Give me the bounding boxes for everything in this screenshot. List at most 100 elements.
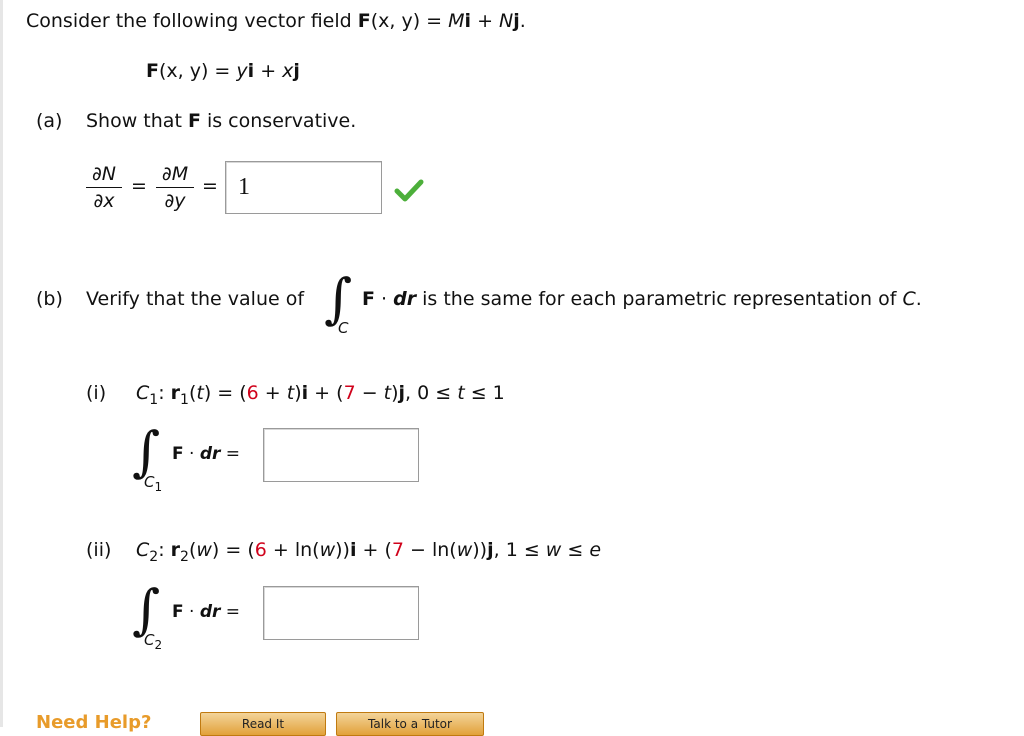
need-help-label: Need Help? [36,712,152,733]
part-ii-range: , 1 ≤ [493,539,546,561]
part-i-label: (i) [86,382,107,404]
part-ii-eq: = [220,602,241,622]
part-a-text-after: is conservative. [200,110,357,132]
part-i-seven: 7 [343,382,356,404]
part-ii-six: 6 [254,539,267,561]
part-ii-w2: w [319,539,336,561]
part-b-dot: · [374,288,394,310]
part-i-curve: C1: r1(t) = (6 + t)i + (7 − t)j, 0 ≤ t ≤… [136,382,505,408]
part-i-t3: t [383,382,392,404]
part-ii-close-i: )) [335,539,350,561]
field-definition: F(x, y) = yi + xj [146,60,300,82]
part-ii-answer-input[interactable] [264,587,418,639]
part-b-C: C [902,288,916,310]
part-ii-e: e [589,539,602,561]
part-b-label: (b) [36,288,63,310]
part-i-plus: + ( [308,382,344,404]
left-border [0,0,3,727]
part-b-text-after-integral: F · dr is the same for each parametric r… [362,288,922,310]
part-i-integrand: F · dr = [172,444,240,464]
part-i-C-sub: 1 [149,391,159,408]
read-it-button[interactable]: Read It [200,712,326,736]
integral-i-C: C [144,473,155,491]
intro-F: F [357,10,371,32]
part-ii-w3: w [456,539,473,561]
equals-2: = [202,175,218,197]
part-ii-range-mid: ≤ [561,539,590,561]
part-i-dr: dr [199,444,221,464]
field-x: x [282,60,294,82]
part-i-eq: = [220,444,241,464]
part-i-six: 6 [246,382,259,404]
field-y: y [236,60,248,82]
integral-sign-b: ∫ [324,267,353,330]
part-i-t4: t [457,382,465,404]
part-i-r: r [170,382,181,404]
part-ii-w4: w [545,539,562,561]
part-a-answer-box[interactable] [225,161,382,214]
part-b-F: F [362,288,375,310]
part-i-plus-t: + [258,382,287,404]
integral-b-sub: C [338,319,349,337]
part-ii-F: F [172,602,184,622]
integral-ii-sub: C2 [144,631,162,652]
partial-x: ∂x [93,190,115,212]
intro-N: N [499,10,514,32]
part-ii-dr: dr [199,602,221,622]
intro-args: (x, y) = [370,10,449,32]
integral-i-sub: C1 [144,473,162,494]
part-ii-C: C [136,539,150,561]
part-ii-minus-ln: − ln( [403,539,457,561]
part-b-text-before: Verify that the value of [86,288,305,310]
part-i-close-i: ) [294,382,302,404]
part-i-answer-box[interactable] [263,428,419,482]
part-ii-label: (ii) [86,539,112,561]
partial-n-over-x: ∂N ∂x [86,163,122,212]
field-F: F [146,60,159,82]
intro-M: M [448,10,465,32]
integral-ii-C: C [144,631,155,649]
intro-plus: + [471,10,500,32]
intro-line: Consider the following vector field F(x,… [26,10,526,32]
partial-m-over-y: ∂M ∂y [156,163,194,212]
part-b-dr: dr [393,288,417,310]
partial-m: ∂M [156,163,194,188]
field-plus: + [254,60,283,82]
part-i-colon: : [158,382,171,404]
intro-end: . [519,10,526,32]
part-ii-seven: 7 [391,539,404,561]
part-ii-plus-ln: + ln( [266,539,320,561]
part-i-r-sub: 1 [180,391,189,408]
part-i-range-end: ≤ 1 [464,382,505,404]
part-a-answer-input[interactable] [226,162,381,213]
part-ii-w-close: ) = ( [211,539,255,561]
part-i-close-j: ) [391,382,399,404]
part-i-minus-t: − [355,382,384,404]
check-icon [394,178,424,207]
partial-y: ∂y [164,190,186,212]
part-ii-w: w [196,539,212,561]
intro-text: Consider the following vector field [26,10,358,32]
part-i-F: F [172,444,184,464]
part-i-t-close: ) = ( [203,382,247,404]
part-a-label: (a) [36,110,63,132]
part-i-C: C [136,382,150,404]
part-ii-r-sub: 2 [180,548,189,565]
talk-to-tutor-button[interactable]: Talk to a Tutor [336,712,484,736]
part-ii-C-sub: 2 [149,548,159,565]
field-j: j [293,60,300,82]
part-i-range: , 0 ≤ [405,382,458,404]
part-i-answer-input[interactable] [264,429,418,481]
integral-i-sub-num: 1 [154,480,163,494]
part-a-text-before: Show that [86,110,188,132]
part-ii-plus: + ( [356,539,392,561]
part-ii-answer-box[interactable] [263,586,419,640]
integral-sign-ii: ∫ [132,578,161,641]
part-b-end: . [915,288,922,310]
integral-sign-i: ∫ [132,420,161,483]
partial-n: ∂N [86,163,122,188]
part-ii-integrand: F · dr = [172,602,240,622]
part-i-t: t [196,382,204,404]
part-a-F: F [187,110,201,132]
part-ii-close-j: )) [472,539,488,561]
